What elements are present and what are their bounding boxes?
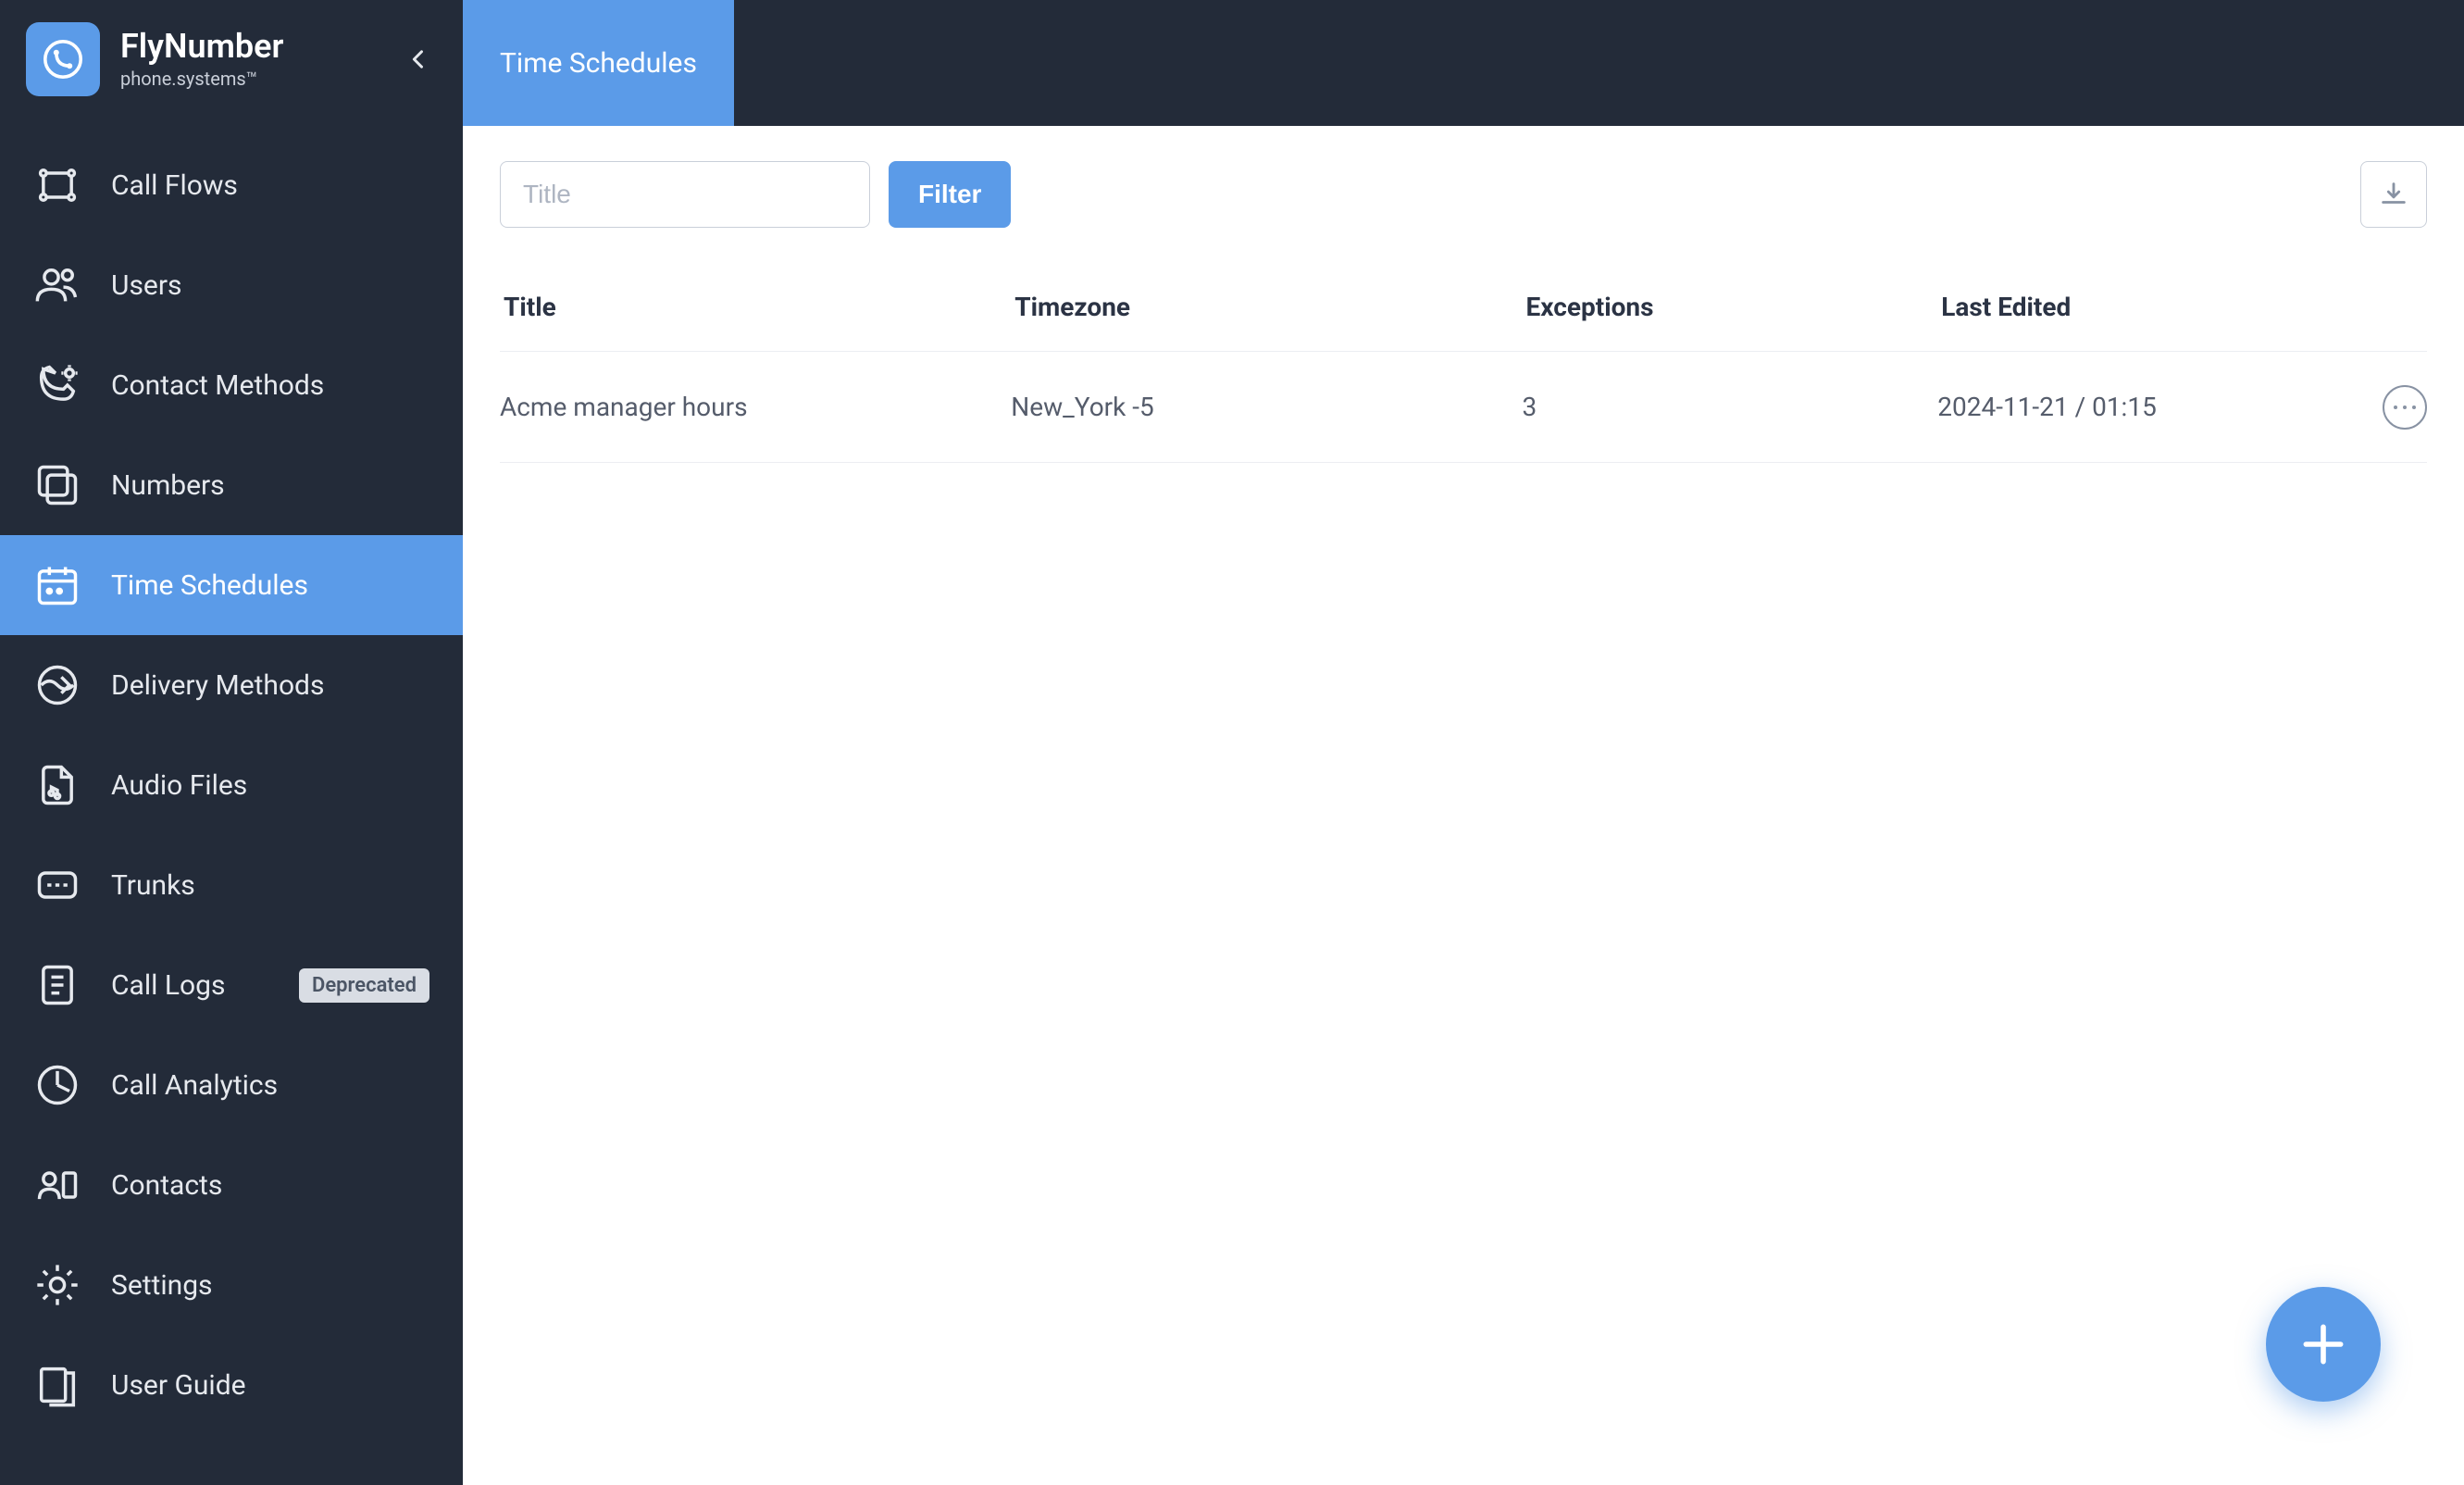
sidebar-nav: Call Flows Users Contact Methods Numbers… [0,119,463,1435]
phone-icon [41,37,85,81]
row-actions-button[interactable] [2383,385,2427,430]
sidebar: FlyNumber phone.systems™ Call Flows User… [0,0,463,1485]
col-last-edited: Last Edited [1937,292,2353,322]
filter-bar: Filter [463,126,2464,263]
table-header: Title Timezone Exceptions Last Edited [500,263,2427,352]
cell-title: Acme manager hours [500,392,1011,422]
sidebar-item-label: Time Schedules [111,569,429,602]
users-icon [33,261,81,309]
delivery-icon [33,661,81,709]
sidebar-item-label: Call Analytics [111,1069,429,1102]
sidebar-item-label: Call Logs [111,969,299,1002]
sidebar-item-call-flows[interactable]: Call Flows [0,135,463,235]
call-flows-icon [33,161,81,209]
col-timezone: Timezone [1011,292,1522,322]
sidebar-item-label: User Guide [111,1369,429,1402]
analytics-icon [33,1061,81,1109]
sidebar-item-label: Numbers [111,469,429,502]
topbar: Time Schedules [463,0,2464,126]
sidebar-item-delivery-methods[interactable]: Delivery Methods [0,635,463,735]
sidebar-header: FlyNumber phone.systems™ [0,0,463,119]
sidebar-item-contacts[interactable]: Contacts [0,1135,463,1235]
plus-icon [2297,1318,2349,1370]
collapse-sidebar-button[interactable] [400,41,437,78]
sidebar-item-call-logs[interactable]: Call Logs Deprecated [0,935,463,1035]
title-filter-input[interactable] [500,161,870,228]
sidebar-item-label: Call Flows [111,169,429,202]
trunks-icon [33,861,81,909]
more-horizontal-icon [2392,404,2418,411]
deprecated-badge: Deprecated [299,968,429,1003]
sidebar-item-contact-methods[interactable]: Contact Methods [0,335,463,435]
log-icon [33,961,81,1009]
sidebar-item-label: Settings [111,1269,429,1302]
sidebar-item-call-analytics[interactable]: Call Analytics [0,1035,463,1135]
sidebar-item-settings[interactable]: Settings [0,1235,463,1335]
sidebar-item-label: Trunks [111,869,429,902]
sidebar-item-label: Contact Methods [111,369,429,402]
guide-icon [33,1361,81,1409]
sidebar-item-label: Users [111,269,429,302]
table-row[interactable]: Acme manager hours New_York -5 3 2024-11… [500,352,2427,463]
brand-logo [26,22,100,96]
schedules-table: Title Timezone Exceptions Last Edited Ac… [463,263,2464,463]
sidebar-item-label: Audio Files [111,769,429,802]
download-icon [2378,179,2409,210]
col-exceptions: Exceptions [1523,292,1938,322]
add-schedule-fab[interactable] [2266,1287,2381,1402]
gear-icon [33,1261,81,1309]
sidebar-item-label: Delivery Methods [111,669,429,702]
sidebar-item-time-schedules[interactable]: Time Schedules [0,535,463,635]
col-title: Title [500,292,1011,322]
sidebar-item-users[interactable]: Users [0,235,463,335]
brand-subtitle: phone.systems™ [120,68,283,90]
sidebar-item-numbers[interactable]: Numbers [0,435,463,535]
sidebar-item-audio-files[interactable]: Audio Files [0,735,463,835]
sidebar-item-label: Contacts [111,1169,429,1202]
audio-icon [33,761,81,809]
sidebar-item-user-guide[interactable]: User Guide [0,1335,463,1435]
contact-methods-icon [33,361,81,409]
cell-exceptions: 3 [1523,392,1938,422]
main-content: Time Schedules Filter Title Timezone Exc… [463,0,2464,1485]
calendar-icon [33,561,81,609]
download-button[interactable] [2360,161,2427,228]
sidebar-item-trunks[interactable]: Trunks [0,835,463,935]
cell-timezone: New_York -5 [1011,392,1522,422]
filter-button[interactable]: Filter [889,161,1011,228]
cell-last-edited: 2024-11-21 / 01:15 [1937,392,2353,422]
page-title-tab: Time Schedules [463,0,734,126]
numbers-icon [33,461,81,509]
contacts-icon [33,1161,81,1209]
page-title: Time Schedules [500,47,697,80]
chevron-left-icon [405,46,431,72]
brand-title: FlyNumber [120,29,283,66]
